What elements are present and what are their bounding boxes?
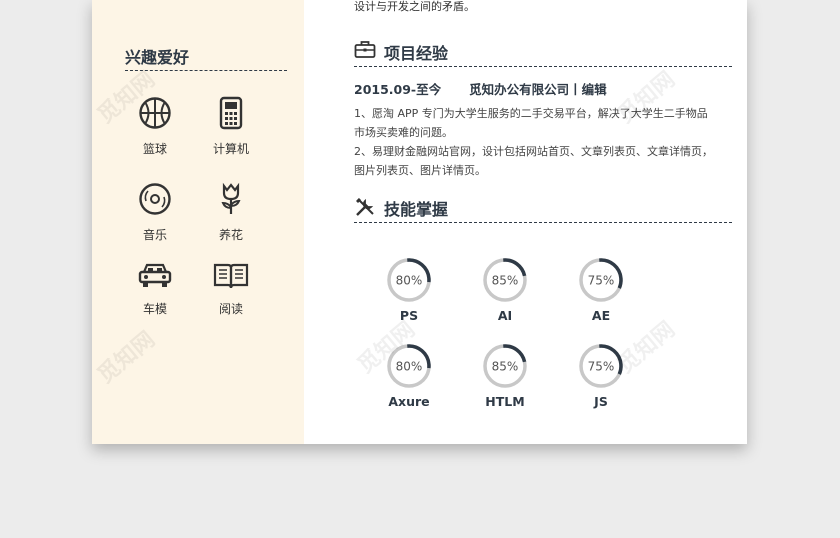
skill-name: AI: [497, 308, 513, 323]
hobby-label: 车模: [142, 302, 167, 316]
project-period: 2015.09-至今: [354, 82, 442, 97]
resume-page: 兴趣爱好 篮球 计算机 音乐 养花 车模 阅读 设计与开发之间的矛盾。 项目经验…: [92, 0, 747, 444]
skill-ring: 85%: [483, 344, 527, 388]
skill-name: JS: [594, 394, 608, 409]
skill-percent: 80%: [396, 274, 423, 288]
skill-percent: 75%: [588, 274, 615, 288]
tools-icon: [356, 198, 374, 216]
hobby-music: 音乐: [120, 182, 190, 243]
hobbies-title: 兴趣爱好: [125, 48, 190, 67]
music-disc-icon: [139, 183, 171, 215]
hobby-car-model: 车模: [120, 262, 190, 317]
project-desc-line: 市场买卖难的问题。: [354, 126, 453, 139]
skill-name: PS: [399, 308, 419, 323]
project-section-title: 项目经验: [384, 44, 449, 63]
skill-percent: 80%: [396, 360, 423, 374]
divider: [354, 222, 732, 223]
skill-name: HTLM: [485, 394, 525, 409]
briefcase-icon: [354, 41, 376, 58]
hobby-label: 计算机: [212, 142, 249, 156]
project-heading: 2015.09-至今 觅知办公有限公司丨编辑: [354, 79, 607, 98]
skill-name: AE: [591, 308, 611, 323]
divider: [125, 70, 287, 71]
flower-icon: [221, 182, 241, 214]
project-company: 觅知办公有限公司丨编辑: [469, 82, 607, 97]
skill-ring: 80%: [387, 258, 431, 302]
skill-percent: 75%: [588, 360, 615, 374]
hobby-label: 阅读: [218, 302, 243, 316]
skill-percent: 85%: [492, 274, 519, 288]
hobby-label: 养花: [218, 228, 243, 242]
skill-item: 85% HTLM: [470, 342, 540, 409]
project-desc-line: 2、易理财金融网站官网，设计包括网站首页、文章列表页、文章详情页，: [354, 145, 713, 158]
project-desc-line: 图片列表页、图片详情页。: [354, 164, 486, 177]
previous-section-text: 设计与开发之间的矛盾。: [354, 0, 475, 13]
car-icon: [138, 263, 172, 287]
hobby-flowers: 养花: [196, 182, 266, 243]
main-content: 设计与开发之间的矛盾。 项目经验 2015.09-至今 觅知办公有限公司丨编辑 1…: [354, 0, 734, 444]
skill-ring: 85%: [483, 258, 527, 302]
hobby-computer: 计算机: [196, 96, 266, 157]
skill-name: Axure: [388, 394, 430, 409]
hobby-label: 篮球: [142, 142, 167, 156]
skill-percent: 85%: [492, 360, 519, 374]
skills-section-title: 技能掌握: [384, 200, 449, 219]
divider: [354, 66, 732, 67]
calculator-icon: [219, 96, 243, 130]
skill-item: 75% AE: [566, 256, 636, 323]
hobby-reading: 阅读: [196, 262, 266, 317]
skill-item: 85% AI: [470, 256, 540, 323]
skill-ring: 75%: [579, 258, 623, 302]
skill-item: 80% PS: [374, 256, 444, 323]
hobby-label: 音乐: [142, 228, 167, 242]
book-icon: [213, 263, 249, 289]
